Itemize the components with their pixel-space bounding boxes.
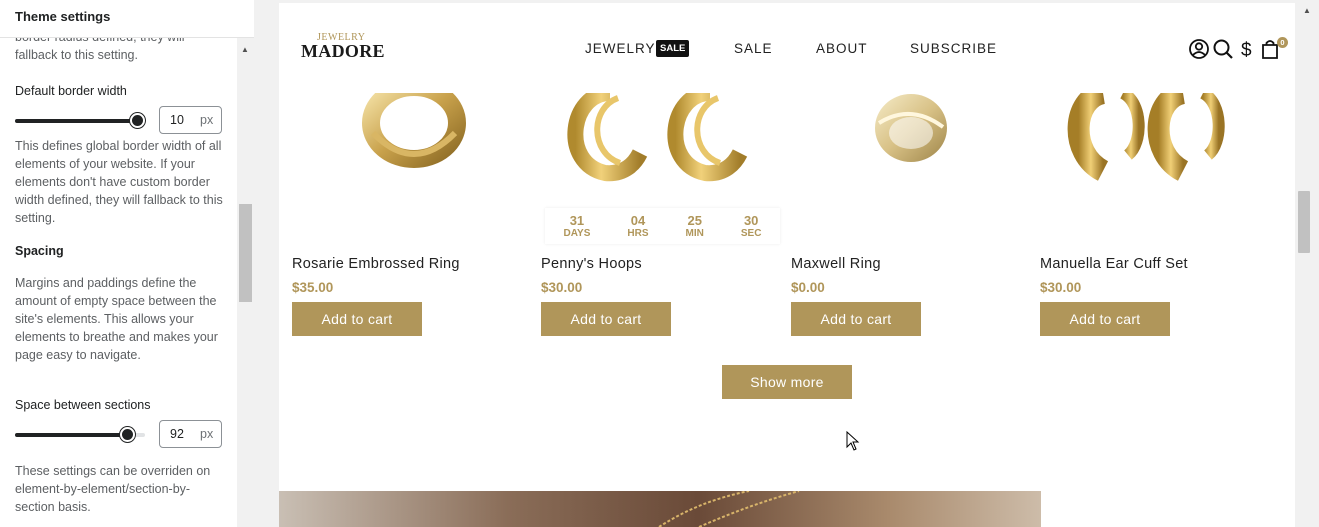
countdown-hours: 04 HRS xyxy=(627,213,648,239)
border-width-description: This defines global border width of all … xyxy=(15,139,223,225)
border-width-value: 10 xyxy=(170,113,184,127)
mouse-cursor-icon xyxy=(846,431,860,451)
add-to-cart-button[interactable]: Add to cart xyxy=(791,302,921,336)
account-icon[interactable] xyxy=(1188,38,1210,60)
product-name[interactable]: Rosarie Embrossed Ring xyxy=(292,256,460,272)
panel-scroll-thumb[interactable] xyxy=(239,204,252,302)
space-between-value: 92 xyxy=(170,427,184,441)
nav-jewelry[interactable]: JEWELRY xyxy=(585,41,656,56)
countdown-hours-value: 04 xyxy=(630,213,646,228)
product-name[interactable]: Maxwell Ring xyxy=(791,256,881,272)
product-image-maxwell-ring[interactable] xyxy=(799,93,1024,253)
space-between-description: These settings can be overriden on eleme… xyxy=(15,464,211,514)
border-width-label: Default border width xyxy=(15,84,127,98)
preview-scroll-thumb[interactable] xyxy=(1298,191,1310,253)
product-price: $30.00 xyxy=(541,280,583,295)
currency-icon[interactable]: $ xyxy=(1236,38,1258,60)
border-width-unit: px xyxy=(200,113,214,127)
store-preview: 31 DAYS 04 HRS 25 MIN 30 SEC Rosarie Emb… xyxy=(279,3,1295,527)
panel-scrollbar[interactable]: ▲ ▲ xyxy=(237,0,254,527)
countdown-seconds-label: SEC xyxy=(740,228,762,239)
nav-sale[interactable]: SALE xyxy=(734,41,773,56)
product-price: $0.00 xyxy=(791,280,825,295)
store-logo[interactable]: MADORE xyxy=(301,41,385,62)
panel-title: Theme settings xyxy=(0,0,254,38)
product-price: $30.00 xyxy=(1040,280,1082,295)
cart-count-badge: 0 xyxy=(1277,37,1288,48)
theme-settings-panel: Theme settings border radius defined, th… xyxy=(0,0,254,527)
sale-countdown: 31 DAYS 04 HRS 25 MIN 30 SEC xyxy=(545,208,780,244)
countdown-days: 31 DAYS xyxy=(564,213,591,239)
border-width-input[interactable]: 10 px xyxy=(159,106,222,134)
border-width-slider-thumb[interactable] xyxy=(130,113,145,128)
space-between-input[interactable]: 92 px xyxy=(159,420,222,448)
preview-scrollbar[interactable]: ▲ xyxy=(1295,0,1319,527)
countdown-minutes-label: MIN xyxy=(685,228,704,239)
product-name[interactable]: Penny's Hoops xyxy=(541,256,642,272)
countdown-days-value: 31 xyxy=(569,213,585,228)
border-width-slider[interactable] xyxy=(15,119,139,123)
product-image-ear-cuff[interactable] xyxy=(1048,93,1273,253)
space-between-unit: px xyxy=(200,427,214,441)
nav-subscribe[interactable]: SUBSCRIBE xyxy=(910,41,997,56)
countdown-seconds-value: 30 xyxy=(743,213,759,228)
space-between-label: Space between sections xyxy=(15,398,151,412)
countdown-hours-label: HRS xyxy=(627,228,649,239)
nav-about[interactable]: ABOUT xyxy=(816,41,868,56)
svg-text:$: $ xyxy=(1241,40,1252,60)
panel-scroll-area: border radius defined, they will fallbac… xyxy=(0,0,237,527)
product-price: $35.00 xyxy=(292,280,334,295)
scroll-up-icon[interactable]: ▲ xyxy=(241,45,249,54)
product-image-ring[interactable] xyxy=(301,93,526,253)
show-more-button[interactable]: Show more xyxy=(722,365,852,399)
add-to-cart-button[interactable]: Add to cart xyxy=(541,302,671,336)
search-icon[interactable] xyxy=(1212,38,1234,60)
add-to-cart-button[interactable]: Add to cart xyxy=(292,302,422,336)
countdown-days-label: DAYS xyxy=(563,228,591,239)
add-to-cart-button[interactable]: Add to cart xyxy=(1040,302,1170,336)
spacing-description: Margins and paddings define the amount o… xyxy=(15,276,218,362)
scroll-up-icon[interactable]: ▲ xyxy=(1303,6,1311,15)
lifestyle-banner-image xyxy=(279,491,1041,527)
fallback-description: fallback to this setting. xyxy=(15,48,138,62)
countdown-minutes-value: 25 xyxy=(687,213,702,228)
sale-badge: SALE xyxy=(656,40,690,57)
space-between-slider[interactable] xyxy=(15,433,129,437)
spacing-heading: Spacing xyxy=(15,244,64,258)
product-name[interactable]: Manuella Ear Cuff Set xyxy=(1040,256,1188,272)
store-header: JEWELRY MADORE JEWELRY SALE SALE ABOUT S… xyxy=(279,3,1295,93)
space-between-slider-thumb[interactable] xyxy=(120,427,135,442)
countdown-minutes: 25 MIN xyxy=(686,213,704,239)
countdown-seconds: 30 SEC xyxy=(741,213,762,239)
